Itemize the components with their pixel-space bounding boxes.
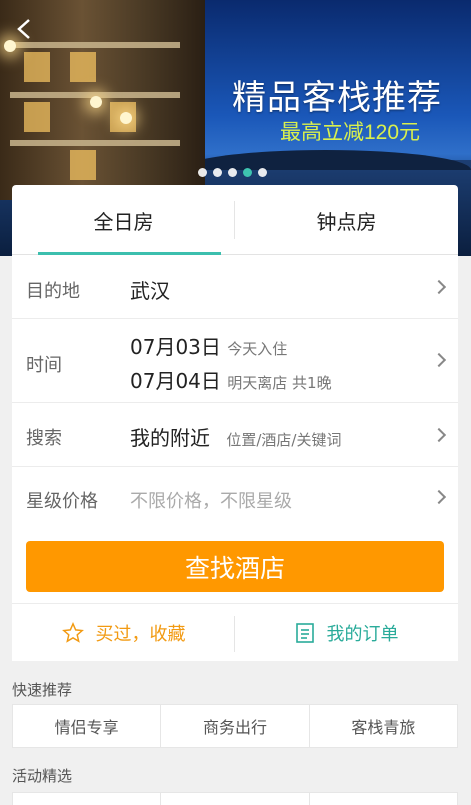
orders-link[interactable]: 我的订单 — [235, 604, 458, 662]
checkout-hint: 明天离店 共1晚 — [227, 374, 332, 392]
keyword-label: 搜索 — [26, 428, 62, 449]
banner-hills — [180, 150, 471, 170]
quick-item-couples[interactable]: 情侣专享 — [13, 705, 162, 747]
destination-label: 目的地 — [26, 281, 80, 302]
banner-dot[interactable] — [198, 168, 207, 177]
room-type-tabs: 全日房 钟点房 — [12, 185, 458, 255]
banner-subtitle: 最高立减120元 — [280, 121, 421, 144]
keyword-row[interactable]: 搜索 我的附近 位置/酒店/关键词 — [12, 403, 458, 467]
tab-full-day[interactable]: 全日房 — [12, 185, 235, 255]
activity-item[interactable] — [161, 793, 310, 805]
quick-item-hostel[interactable]: 客栈青旅 — [310, 705, 457, 747]
activity-item[interactable] — [13, 793, 162, 805]
checkout-date: 07月04日 — [130, 369, 221, 393]
favorites-link[interactable]: 买过，收藏 — [12, 604, 235, 662]
quick-links: 买过，收藏 我的订单 — [12, 603, 458, 661]
activities-title: 活动精选 — [12, 767, 73, 785]
checkin-date: 07月03日 — [130, 335, 221, 359]
destination-row[interactable]: 目的地 武汉 — [12, 255, 458, 319]
date-row[interactable]: 时间 07月03日 今天入住 07月04日 明天离店 共1晚 — [12, 319, 458, 403]
keyword-hint: 位置/酒店/关键词 — [226, 431, 342, 449]
star-price-label: 星级价格 — [26, 491, 98, 512]
order-list-icon — [295, 623, 314, 643]
checkin-line: 07月03日 今天入住 — [130, 331, 287, 360]
quick-item-business[interactable]: 商务出行 — [161, 705, 310, 747]
tab-hourly[interactable]: 钟点房 — [235, 185, 458, 255]
checkin-hint: 今天入住 — [227, 340, 288, 358]
date-label: 时间 — [26, 355, 62, 376]
banner-dot[interactable] — [258, 168, 267, 177]
chevron-right-icon — [431, 352, 447, 368]
find-hotel-button[interactable]: 查找酒店 — [26, 541, 444, 592]
banner-dot[interactable] — [213, 168, 222, 177]
chevron-right-icon — [431, 489, 447, 505]
activities-bar — [12, 792, 458, 805]
chevron-right-icon — [431, 427, 447, 443]
quick-recommend-title: 快速推荐 — [12, 681, 73, 699]
destination-value: 武汉 — [130, 279, 170, 303]
keyword-value: 我的附近 — [130, 426, 210, 450]
star-icon — [61, 622, 84, 643]
chevron-right-icon — [431, 279, 447, 295]
star-price-row[interactable]: 星级价格 不限价格，不限星级 — [12, 467, 458, 529]
orders-label: 我的订单 — [326, 624, 399, 645]
banner-dot-active[interactable] — [243, 168, 252, 177]
star-price-placeholder: 不限价格，不限星级 — [130, 491, 292, 512]
banner-pagination — [198, 168, 267, 177]
banner-dot[interactable] — [228, 168, 237, 177]
favorites-label: 买过，收藏 — [95, 624, 186, 645]
checkout-line: 07月04日 明天离店 共1晚 — [130, 365, 332, 394]
quick-recommend-bar: 情侣专享 商务出行 客栈青旅 — [12, 704, 458, 748]
hotel-search-card: 全日房 钟点房 目的地 武汉 时间 07月03日 今天入住 07月04日 明天离… — [12, 185, 458, 661]
back-icon[interactable] — [14, 18, 36, 40]
keyword-value-line: 我的附近 位置/酒店/关键词 — [130, 422, 341, 451]
activity-item[interactable] — [310, 793, 457, 805]
banner-title: 精品客栈推荐 — [232, 79, 442, 117]
